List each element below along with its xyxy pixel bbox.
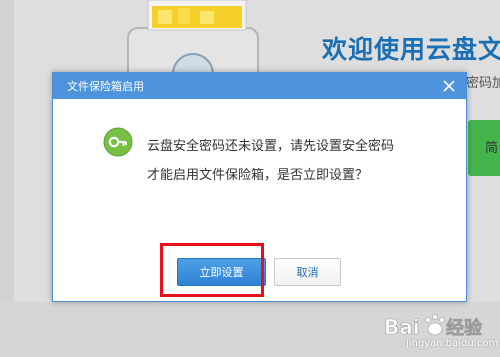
message-line-2: 才能启用文件保险箱，是否立即设置？ — [147, 168, 369, 183]
background-side-label: 简 — [485, 141, 499, 156]
svg-text:Bai: Bai — [384, 315, 420, 339]
welcome-headline: 欢迎使用云盘文 — [322, 35, 500, 64]
safe-illustration — [127, 0, 259, 80]
message-line-1: 云盘安全密码还未设置，请先设置安全密码 — [147, 139, 395, 154]
background-subtext: 密码加 — [466, 76, 500, 91]
dialog-title: 文件保险箱启用 — [67, 80, 144, 93]
highlight-box — [160, 243, 264, 297]
close-icon[interactable] — [442, 79, 456, 93]
svg-text:经验: 经验 — [446, 317, 483, 339]
dialog-titlebar: 文件保险箱启用 — [53, 73, 466, 99]
watermark-url: jingyan.baidu.com — [406, 338, 499, 349]
cancel-button[interactable]: 取消 — [274, 258, 341, 286]
key-icon — [103, 127, 133, 157]
